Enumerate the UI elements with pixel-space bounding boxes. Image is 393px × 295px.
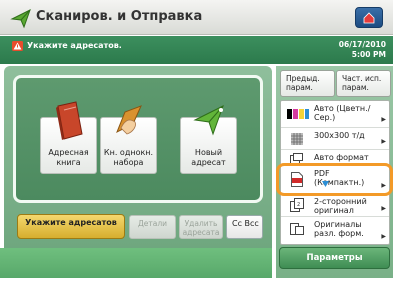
mixed-originals-icon xyxy=(290,223,304,235)
details-button[interactable]: Детали xyxy=(129,215,176,239)
hand-pointer-icon xyxy=(115,105,142,135)
page-title: Сканиров. и Отправка xyxy=(36,9,203,24)
resolution-icon xyxy=(291,133,303,145)
resolution-row[interactable]: 300x300 т/д ▶ xyxy=(281,128,389,150)
time-text: 5:00 PM xyxy=(351,50,386,59)
duplex-row[interactable]: 2 2-сторонний оригинал ▶ xyxy=(281,194,389,217)
scan-size-value: Авто формат xyxy=(314,153,369,162)
favorite-settings-button[interactable]: Част. исп. парам. xyxy=(336,70,391,97)
original-type-value: Оригиналы разл. форм. xyxy=(314,220,364,238)
cc-bcc-button[interactable]: Cc Bcc xyxy=(226,215,263,239)
duplex-value: 2-сторонний оригинал xyxy=(314,197,367,215)
chevron-right-icon: ▶ xyxy=(381,233,386,240)
send-function-icon xyxy=(10,8,31,29)
new-address-button[interactable]: Новый адресат xyxy=(180,104,237,174)
one-touch-label: Кн. однокн. набора xyxy=(103,148,154,167)
address-book-label: Адресная книга xyxy=(48,148,89,167)
one-touch-button[interactable]: Кн. однокн. набора xyxy=(100,105,157,174)
options-button[interactable]: Параметры xyxy=(279,247,390,269)
delete-destination-button[interactable]: Удалить адресата xyxy=(179,215,223,239)
chevron-right-icon: ▶ xyxy=(381,138,386,145)
status-message: Укажите адресатов. xyxy=(27,41,122,50)
color-mode-row[interactable]: Авто (Цветн./Сер.) ▶ xyxy=(281,101,389,128)
chevron-right-icon: ▶ xyxy=(381,116,386,123)
specify-destinations-button[interactable]: Укажите адресатов xyxy=(17,214,125,239)
date-text: 06/17/2010 xyxy=(338,40,386,49)
date-time: 06/17/2010 5:00 PM xyxy=(320,40,386,60)
home-button[interactable] xyxy=(355,7,383,28)
bottom-strip xyxy=(0,248,272,278)
original-type-row[interactable]: Оригиналы разл. форм. ▶ xyxy=(281,217,389,244)
paper-plane-icon xyxy=(192,104,224,136)
resolution-value: 300x300 т/д xyxy=(314,131,365,140)
screen: Сканиров. и Отправка Укажите адресатов. … xyxy=(0,0,393,295)
warning-icon xyxy=(12,41,23,51)
address-book-icon xyxy=(55,101,83,140)
address-book-button[interactable]: Адресная книга xyxy=(40,101,97,174)
duplex-original-icon: 2 xyxy=(290,198,304,212)
footer xyxy=(0,280,393,295)
home-icon xyxy=(363,12,375,24)
file-format-highlight xyxy=(276,163,393,196)
new-address-label: Новый адресат xyxy=(191,148,226,167)
chevron-right-icon: ▶ xyxy=(381,205,386,212)
previous-settings-button[interactable]: Предыд. парам. xyxy=(280,70,335,97)
color-mode-value: Авто (Цветн./Сер.) xyxy=(314,104,371,122)
color-mode-icon xyxy=(287,109,309,119)
svg-text:2: 2 xyxy=(297,202,300,208)
